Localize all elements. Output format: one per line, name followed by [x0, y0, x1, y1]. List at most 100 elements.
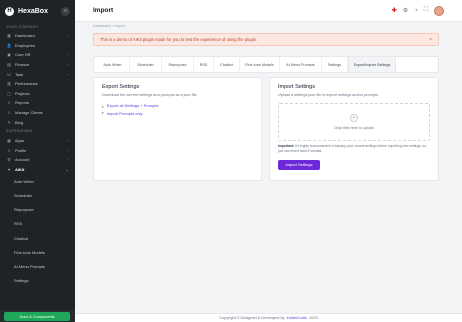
sidebar-item-label: Dashboard	[15, 33, 35, 39]
sidebar-subitem-repurpose[interactable]: Repurpose	[0, 203, 75, 217]
tab-chatbot[interactable]: Chatbot	[214, 57, 240, 72]
chevron-icon: ›	[67, 52, 69, 58]
sidebar-item-label: Account	[15, 157, 30, 163]
tab-ai-menu-prompts[interactable]: AI Menu Prompts	[280, 57, 322, 72]
tab-auto-writer[interactable]: Auto Writer	[96, 57, 130, 72]
sidebar-item-label: Blog	[15, 119, 24, 125]
sidebar-item-profile[interactable]: ☺ Profile ›	[0, 146, 75, 156]
sidebar-item-label: Employees	[15, 42, 35, 48]
demo-alert: This is a demo of AIKit plugin made for …	[93, 33, 439, 46]
briefcase-icon: ▣	[7, 52, 11, 58]
topbar-actions: ✚ ⚙ ◔ ⛶	[392, 5, 444, 16]
sidebar-subitem-rss[interactable]: RSS	[0, 217, 75, 231]
export-title: Export Settings	[102, 84, 140, 90]
tab-fine-tune-models[interactable]: Fine-tune Models	[240, 57, 280, 72]
sidebar-item-label: Finance	[15, 62, 30, 68]
chevron-icon: ⌄	[65, 167, 69, 173]
sidebar-item-label: Profile	[15, 147, 27, 153]
import-settings-card: Import Settings Upload a settings json f…	[269, 77, 439, 181]
footer-author-link[interactable]: IndianCoder	[286, 316, 307, 320]
wallet-icon: ▤	[7, 62, 11, 68]
folder-icon: ▢	[7, 90, 11, 96]
sidebar-subitem-ai-menu-prompts[interactable]: AI Menu Prompts	[0, 259, 75, 273]
sidebar-item-manage-clients[interactable]: ☺ Manage Clients	[0, 108, 75, 118]
tab-export-import-settings[interactable]: Export/Import Settings	[348, 57, 396, 72]
client-icon: ☺	[6, 110, 12, 116]
sidebar-subitem-chatbot[interactable]: Chatbot	[0, 231, 75, 245]
fullscreen-icon[interactable]: ⛶	[424, 7, 428, 14]
tab-settings[interactable]: Settings	[322, 57, 348, 72]
chevron-icon: ›	[67, 62, 69, 68]
sidebar-item-finance[interactable]: ▤ Finance ›	[0, 60, 75, 70]
chevron-icon: ›	[67, 138, 69, 144]
notification-icon[interactable]: ◔	[414, 8, 418, 14]
sidebar-item-performance[interactable]: ▥ Performance	[0, 79, 75, 89]
sidebar-item-reports[interactable]: ≡ Reports	[0, 98, 75, 108]
apps-icon: ▦	[7, 138, 11, 144]
sidebar-item-label: AIKit	[15, 167, 25, 173]
sidebar-item-account[interactable]: ⚙ Account ›	[0, 155, 75, 165]
sidebar-item-employees[interactable]: 👤 Employees	[0, 41, 75, 51]
export-settings-card: Export Settings Download the current set…	[93, 77, 262, 181]
grid-icon: ▦	[7, 33, 11, 39]
sidebar: H HexaBox « YOUR COMPANY ▦ Dashboard › 👤 Empl…	[0, 0, 75, 322]
import-title: Import Settings	[278, 84, 315, 90]
upload-cloud-icon: +	[350, 114, 358, 122]
sidebar-item-label: Core HR	[15, 52, 31, 58]
users-icon: 👤	[6, 42, 12, 48]
brand-logo-icon: H	[5, 6, 14, 16]
footer-year: 2023	[309, 316, 318, 320]
sidebar-subitem-auto-writer[interactable]: Auto Writer	[0, 174, 75, 188]
sidebar-item-label: Apps	[15, 138, 25, 144]
sidebar-subitem-fine-tune-models[interactable]: Fine-tune Models	[0, 245, 75, 259]
sidebar-item-dashboard[interactable]: ▦ Dashboard ›	[0, 31, 75, 41]
sidebar-item-label: Projects	[15, 90, 30, 96]
note-label: Important:	[278, 144, 295, 148]
upload-icon: ⤒	[102, 111, 104, 116]
tab-rss[interactable]: RSS	[194, 57, 214, 72]
aikit-icon: ✦	[7, 167, 11, 173]
docs-components-button[interactable]: Docs & Components	[4, 312, 70, 321]
settings-tabs: Auto Writer Scheduler Repurpose RSS Chatbot F…	[93, 56, 439, 73]
sidebar-collapse-icon[interactable]: «	[61, 6, 70, 16]
tab-scheduler[interactable]: Scheduler	[130, 57, 162, 72]
import-settings-button[interactable]: Import Settings	[278, 159, 320, 170]
chevron-icon: ›	[67, 147, 69, 153]
tab-repurpose[interactable]: Repurpose	[162, 57, 194, 72]
import-prompts-label: Import Prompts only	[106, 111, 143, 116]
account-icon: ⚙	[7, 157, 11, 163]
sidebar-nav: YOUR COMPANY ▦ Dashboard › 👤 Employees ▣ Core H…	[0, 22, 75, 288]
sidebar-footer: Docs & Components	[0, 310, 75, 322]
file-dropzone[interactable]: + Drop files here to upload	[278, 103, 430, 141]
import-note: Important: It's highly recommended to ba…	[278, 144, 430, 153]
sidebar-item-label: Performance	[15, 81, 38, 87]
sidebar-item-label: Manage Clients	[15, 110, 43, 116]
page-title: Import	[93, 7, 114, 14]
sidebar-subitem-settings[interactable]: Settings	[0, 274, 75, 288]
chevron-icon: ›	[67, 71, 69, 77]
sidebar-item-label: Task	[15, 71, 24, 77]
import-description: Upload a settings json file to import se…	[278, 93, 379, 97]
breadcrumb: Dashboard > Import	[93, 24, 125, 28]
close-icon[interactable]: ×	[429, 37, 432, 43]
sidebar-item-apps[interactable]: ▦ Apps ›	[0, 136, 75, 146]
brand-name: HexaBox	[18, 7, 48, 15]
sidebar-item-projects[interactable]: ▢ Projects	[0, 89, 75, 99]
check-icon: ☑	[7, 71, 11, 77]
sidebar-item-aikit[interactable]: ✦ AIKit ⌄	[0, 165, 75, 175]
download-icon: ⤓	[102, 103, 104, 108]
sidebar-section-heading: SUPERADMIN	[6, 129, 33, 134]
export-all-label: Export all Settings + Prompts	[106, 103, 159, 108]
sidebar-item-core-hr[interactable]: ▣ Core HR ›	[0, 50, 75, 60]
blog-icon: ✎	[7, 119, 11, 125]
sidebar-item-blog[interactable]: ✎ Blog	[0, 117, 75, 127]
add-icon[interactable]: ✚	[392, 7, 397, 14]
avatar[interactable]	[434, 5, 444, 16]
topbar: Import ✚ ⚙ ◔ ⛶	[75, 0, 462, 22]
import-prompts-link[interactable]: ⤒ Import Prompts only	[102, 111, 253, 116]
sidebar-subitem-scheduler[interactable]: Scheduler	[0, 189, 75, 203]
sidebar-item-task[interactable]: ☑ Task ›	[0, 69, 75, 79]
brand[interactable]: H HexaBox «	[0, 0, 75, 22]
export-all-link[interactable]: ⤓ Export all Settings + Prompts	[102, 103, 253, 108]
settings-icon[interactable]: ⚙	[403, 7, 408, 14]
